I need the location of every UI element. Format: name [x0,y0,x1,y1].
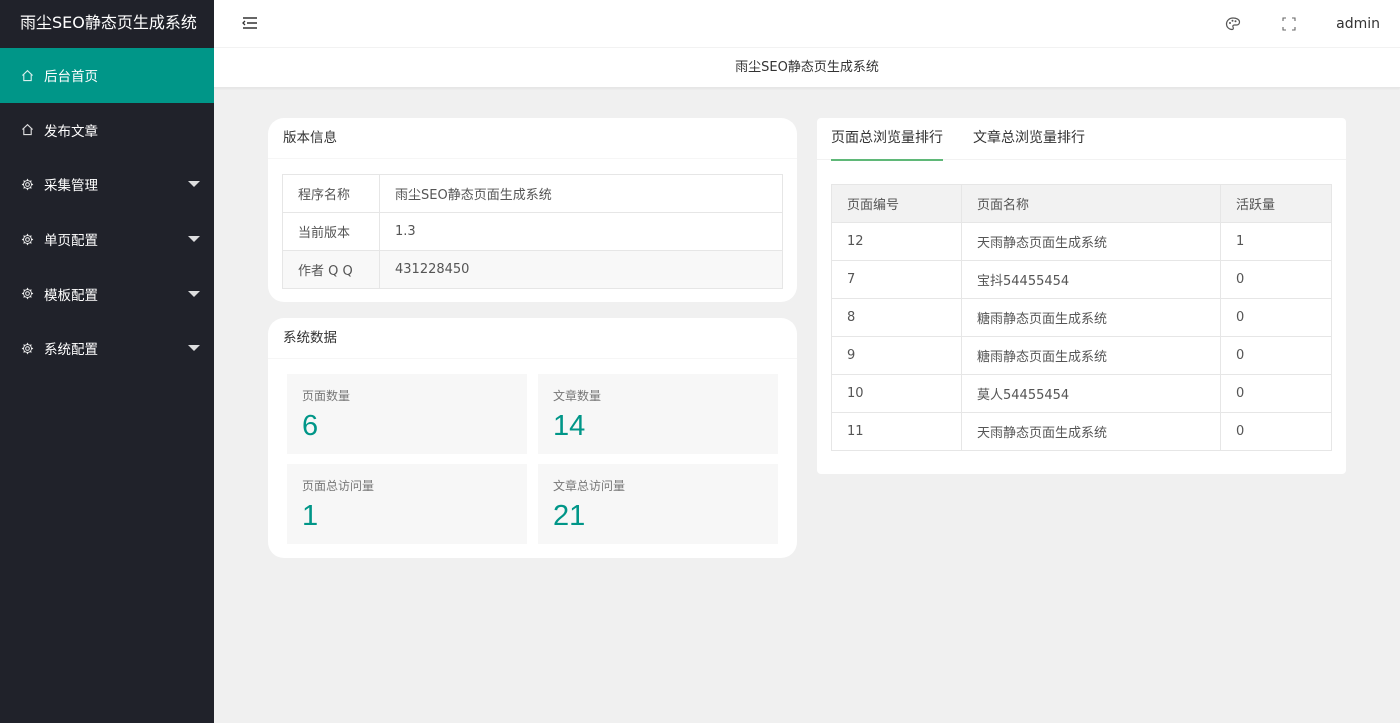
sidebar-item-label: 模板配置 [44,287,98,304]
stat-label: 文章总访问量 [553,479,626,493]
stat-label: 页面总访问量 [302,479,375,493]
fullscreen-icon[interactable] [1280,15,1298,33]
cell-activity: 0 [1220,298,1332,337]
cell-page-name: 天雨静态页面生成系统 [961,412,1221,451]
sidebar-nav: 后台首页发布文章采集管理单页配置模板配置系统配置 [0,48,214,376]
row-key: 作者 Q Q [282,250,380,289]
cell-page-id: 7 [831,260,962,299]
table-row: 程序名称 雨尘SEO静态页面生成系统 [282,174,783,213]
system-data-card: 系统数据 页面数量 6 文章数量 14 页面总访问量 1 文章总访问量 21 [268,318,797,558]
sidebar-item-4[interactable]: 单页配置 [0,212,214,267]
sidebar-item-3[interactable]: 采集管理 [0,157,214,212]
stat-label: 页面数量 [302,389,351,403]
cell-page-id: 11 [831,412,962,451]
tab-page-views[interactable]: 页面总浏览量排行 [831,118,943,161]
table-row[interactable]: 8 糖雨静态页面生成系统 0 [831,298,1332,337]
caret-down-icon [188,181,200,188]
table-row[interactable]: 7 宝抖54455454 0 [831,260,1332,299]
table-row[interactable]: 11 天雨静态页面生成系统 0 [831,412,1332,451]
cell-page-id: 10 [831,374,962,413]
version-table: 程序名称 雨尘SEO静态页面生成系统 当前版本 1.3 作者 Q Q 431228450 [282,174,783,289]
table-row[interactable]: 10 莫人54455454 0 [831,374,1332,413]
cell-page-name: 莫人54455454 [961,374,1221,413]
table-header-row: 页面编号 页面名称 活跃量 [831,184,1332,223]
stat-page-visits: 页面总访问量 1 [287,464,527,544]
top-header: admin [214,0,1400,48]
table-row[interactable]: 12 天雨静态页面生成系统 1 [831,222,1332,261]
version-info-card: 版本信息 程序名称 雨尘SEO静态页面生成系统 当前版本 1.3 作者 Q Q 43122… [268,118,797,302]
home-icon [20,68,34,82]
brand-logo[interactable]: 雨尘SEO静态页生成系统 [0,0,214,48]
table-row[interactable]: 9 糖雨静态页面生成系统 0 [831,336,1332,375]
sidebar-item-label: 系统配置 [44,342,98,359]
row-value: 雨尘SEO静态页面生成系统 [379,174,783,213]
card-title: 版本信息 [268,118,797,159]
sidebar-item-1[interactable]: 后台首页 [0,48,214,103]
cell-activity: 0 [1220,260,1332,299]
row-key: 程序名称 [282,174,380,213]
stat-value: 14 [553,410,586,442]
ranking-table: 页面编号 页面名称 活跃量 12 天雨静态页面生成系统 1 7 宝抖54455454 0 8… [831,184,1332,451]
stat-label: 文章数量 [553,389,602,403]
stat-article-visits: 文章总访问量 21 [538,464,778,544]
sidebar-item-6[interactable]: 系统配置 [0,321,214,376]
stat-value: 21 [553,500,586,532]
sidebar-item-5[interactable]: 模板配置 [0,266,214,321]
cell-page-id: 8 [831,298,962,337]
caret-down-icon [188,236,200,243]
column-header[interactable]: 活跃量 [1220,184,1332,223]
sidebar-item-label: 采集管理 [44,178,98,195]
gear-icon [20,232,34,246]
user-menu[interactable]: admin [1336,16,1380,32]
page-title: 雨尘SEO静态页生成系统 [214,48,1400,88]
cell-page-name: 宝抖54455454 [961,260,1221,299]
gear-icon [20,287,34,301]
row-value: 1.3 [379,212,783,251]
cell-activity: 0 [1220,412,1332,451]
stat-value: 6 [302,410,319,442]
cell-page-id: 12 [831,222,962,261]
cell-page-name: 天雨静态页面生成系统 [961,222,1221,261]
stat-value: 1 [302,500,319,532]
home-icon [20,123,34,137]
gear-icon [20,341,34,355]
stat-article-count: 文章数量 14 [538,374,778,454]
tab-article-views[interactable]: 文章总浏览量排行 [973,118,1085,160]
sidebar-item-2[interactable]: 发布文章 [0,103,214,158]
caret-down-icon [188,290,200,297]
table-row: 当前版本 1.3 [282,212,783,251]
sidebar-item-label: 单页配置 [44,233,98,250]
gear-icon [20,177,34,191]
sidebar: 雨尘SEO静态页生成系统 后台首页发布文章采集管理单页配置模板配置系统配置 [0,0,214,723]
stat-page-count: 页面数量 6 [287,374,527,454]
palette-icon[interactable] [1224,15,1242,33]
cell-page-id: 9 [831,336,962,375]
sidebar-item-label: 发布文章 [44,123,98,140]
cell-activity: 0 [1220,374,1332,413]
header-right-tools: admin [1224,0,1400,48]
ranking-card: 页面总浏览量排行 文章总浏览量排行 页面编号 页面名称 活跃量 12 天雨静态页面… [817,118,1346,474]
row-value: 431228450 [379,250,783,289]
card-title: 系统数据 [268,318,797,359]
sidebar-item-label: 后台首页 [44,69,98,86]
ranking-tabs: 页面总浏览量排行 文章总浏览量排行 [817,118,1346,161]
column-header[interactable]: 页面名称 [961,184,1221,223]
column-header[interactable]: 页面编号 [831,184,962,223]
row-key: 当前版本 [282,212,380,251]
cell-page-name: 糖雨静态页面生成系统 [961,336,1221,375]
cell-activity: 1 [1220,222,1332,261]
cell-activity: 0 [1220,336,1332,375]
cell-page-name: 糖雨静态页面生成系统 [961,298,1221,337]
table-row: 作者 Q Q 431228450 [282,250,783,289]
caret-down-icon [188,345,200,352]
fold-menu-icon[interactable] [242,15,260,33]
